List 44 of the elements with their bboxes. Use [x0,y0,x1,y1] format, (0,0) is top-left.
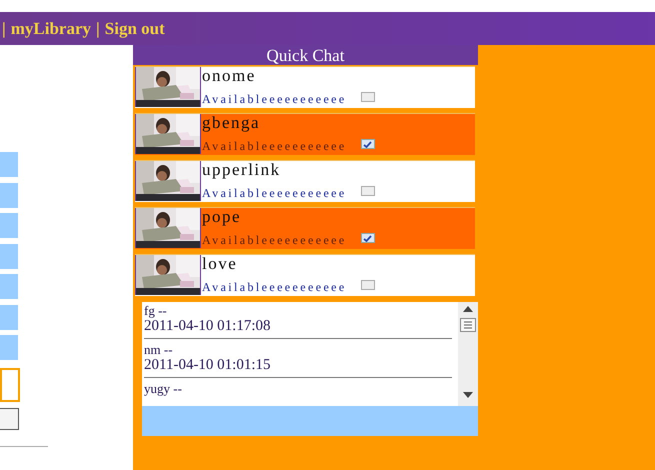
message-time: 2011-04-10 01:17:08 [144,318,272,334]
message-time: 2011-04-10 01:01:15 [144,357,272,373]
contact-row[interactable]: gbenga Availableeeeeeeeeee [135,113,475,155]
checkbox[interactable] [360,186,375,196]
checkbox[interactable] [360,280,375,290]
scroll-thumb-icon[interactable] [460,318,476,332]
contact-name: gbenga [202,114,262,132]
message-sender: nm -- [144,343,174,357]
contact-name: love [202,255,238,273]
input-field[interactable] [0,244,18,268]
button[interactable] [0,408,19,430]
nav-link[interactable]: Sign out [104,18,165,38]
panel-title: Quick Chat [133,45,478,65]
contact-status: Availableeeeeeeeeee [202,139,347,154]
contact-name: pope [202,208,242,226]
separator: | [96,18,100,38]
contact-status: Availableeeeeeeeeee [202,233,347,248]
contact-status: Availableeeeeeeeeee [202,92,347,107]
message-sender: yugy -- [144,382,183,396]
contact-row[interactable]: love Availableeeeeeeeeee [135,254,475,296]
scroll-up-icon[interactable] [463,306,473,312]
contact-status: Availableeeeeeeeeee [202,280,347,295]
contact-row[interactable]: upperlink Availableeeeeeeeeee [135,160,475,202]
scroll-down-icon[interactable] [463,392,473,398]
checkbox[interactable] [360,139,375,149]
input-field[interactable] [0,182,18,208]
contact-row[interactable]: onome Availableeeeeeeeeee [135,66,475,108]
message-sender: fg -- [144,304,168,318]
input-field[interactable] [0,335,18,360]
checkbox[interactable] [360,233,375,243]
input-field[interactable] [0,274,18,299]
input-field[interactable] [0,213,18,238]
contact-row[interactable]: pope Availableeeeeeeeeee [135,207,475,249]
text-area[interactable] [0,368,20,402]
checkbox[interactable] [360,92,375,102]
message-input[interactable] [142,406,478,436]
separator: | [2,18,6,38]
contact-name: onome [202,67,257,85]
input-field[interactable] [0,152,18,177]
contact-status: Availableeeeeeeeeee [202,186,347,201]
input-field[interactable] [0,304,18,330]
nav-link[interactable]: myLibrary [10,18,92,38]
scrollbar[interactable] [458,302,478,406]
contact-name: upperlink [202,161,282,179]
